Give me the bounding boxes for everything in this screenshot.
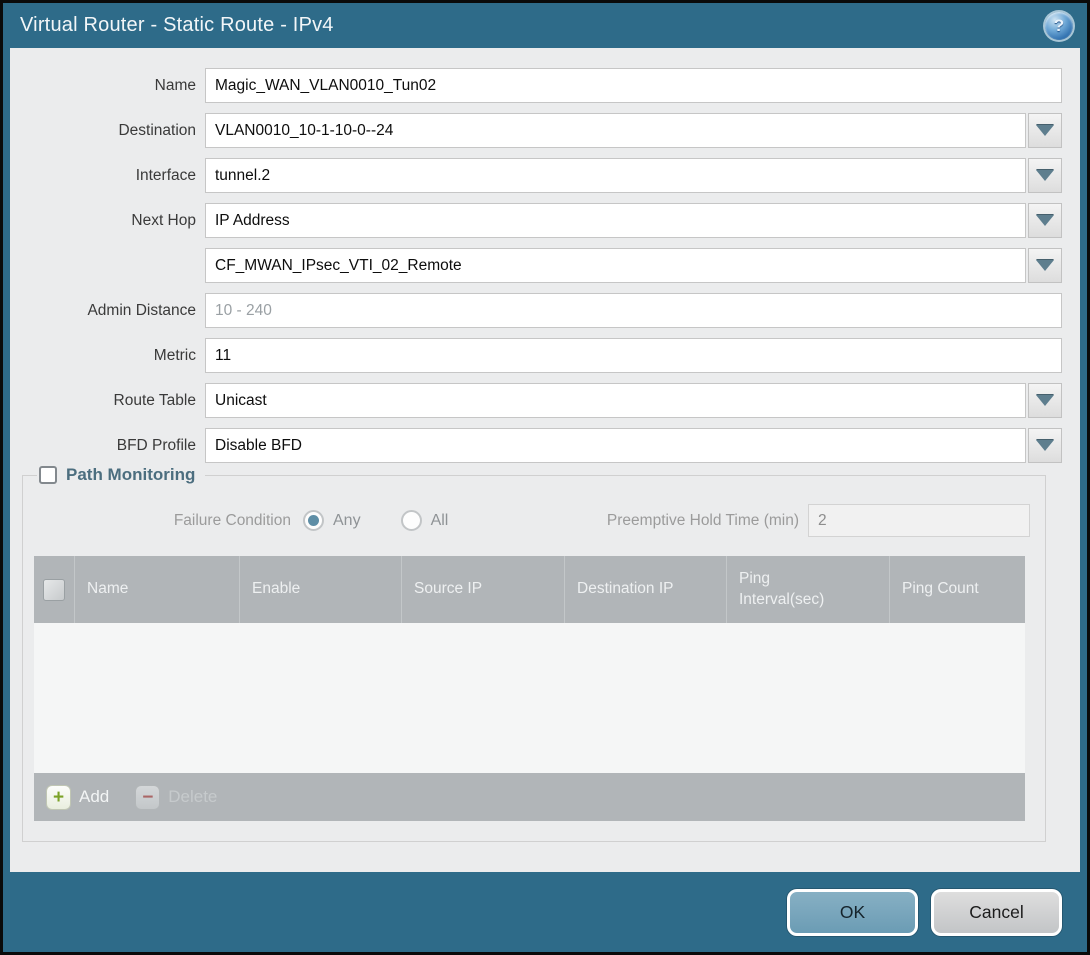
path-monitoring-legend: Path Monitoring [37,465,205,485]
dialog-title: Virtual Router - Static Route - IPv4 [20,14,334,37]
chevron-down-icon [1036,125,1054,136]
add-plus-icon: + [46,785,71,810]
bfd-profile-dropdown-button[interactable] [1028,428,1062,463]
bfd-profile-input[interactable] [205,428,1026,463]
destination-dropdown-button[interactable] [1028,113,1062,148]
failure-condition-any-radio[interactable] [303,510,324,531]
next-hop-address-input[interactable] [205,248,1026,283]
dialog: Virtual Router - Static Route - IPv4 ? N… [3,3,1087,952]
cancel-button[interactable]: Cancel [931,889,1062,936]
path-monitoring-table: Name Enable Source IP Destination IP Pin… [34,556,1025,821]
table-body-empty [34,623,1025,773]
next-hop-label: Next Hop [10,212,205,230]
column-header-enable: Enable [239,556,401,623]
next-hop-type-dropdown-button[interactable] [1028,203,1062,238]
form-row-admin-distance: Admin Distance [10,293,1062,328]
metric-label: Metric [10,347,205,365]
path-monitoring-section: Path Monitoring Failure Condition Any Al… [22,475,1046,842]
question-mark-glyph: ? [1054,16,1064,36]
form-row-bfd-profile: BFD Profile [10,428,1062,463]
destination-label: Destination [10,122,205,140]
route-table-dropdown-button[interactable] [1028,383,1062,418]
table-header-row: Name Enable Source IP Destination IP Pin… [34,556,1025,623]
preemptive-hold-time-label: Preemptive Hold Time (min) [607,512,808,530]
path-monitoring-title: Path Monitoring [66,465,195,485]
admin-distance-input[interactable] [205,293,1062,328]
name-label: Name [10,77,205,95]
failure-condition-row: Failure Condition Any All Preemptive Hol… [23,503,1045,538]
delete-button[interactable]: − Delete [135,785,217,810]
form-row-route-table: Route Table [10,383,1062,418]
chevron-down-icon [1036,440,1054,451]
screenshot-frame: Virtual Router - Static Route - IPv4 ? N… [0,0,1090,955]
dialog-body: Name Destination Interface [10,48,1080,872]
column-header-destination-ip: Destination IP [564,556,726,623]
bfd-profile-label: BFD Profile [10,437,205,455]
admin-distance-label: Admin Distance [10,302,205,320]
add-button[interactable]: + Add [46,785,109,810]
form-row-name: Name [10,68,1062,103]
route-table-label: Route Table [10,392,205,410]
delete-minus-icon: − [135,785,160,810]
failure-condition-all-radio[interactable] [401,510,422,531]
column-header-source-ip: Source IP [401,556,564,623]
path-monitoring-checkbox[interactable] [39,466,57,484]
table-toolbar: + Add − Delete [34,773,1025,821]
route-table-input[interactable] [205,383,1026,418]
select-all-checkbox[interactable] [43,579,65,601]
chevron-down-icon [1036,170,1054,181]
chevron-down-icon [1036,395,1054,406]
form-row-interface: Interface [10,158,1062,193]
next-hop-address-dropdown-button[interactable] [1028,248,1062,283]
name-input[interactable] [205,68,1062,103]
destination-input[interactable] [205,113,1026,148]
interface-input[interactable] [205,158,1026,193]
form-row-next-hop: Next Hop [10,203,1062,238]
next-hop-type-input[interactable] [205,203,1026,238]
add-button-label: Add [79,787,109,807]
delete-button-label: Delete [168,787,217,807]
chevron-down-icon [1036,260,1054,271]
form-row-destination: Destination [10,113,1062,148]
form-row-next-hop-address [10,248,1062,283]
column-header-ping-interval: Ping Interval(sec) [726,556,889,623]
interface-label: Interface [10,167,205,185]
failure-condition-label: Failure Condition [23,512,303,530]
form-row-metric: Metric [10,338,1062,373]
interface-dropdown-button[interactable] [1028,158,1062,193]
metric-input[interactable] [205,338,1062,373]
failure-condition-any-label: Any [333,512,361,530]
help-icon[interactable]: ? [1045,12,1073,40]
column-header-name: Name [74,556,239,623]
chevron-down-icon [1036,215,1054,226]
dialog-titlebar: Virtual Router - Static Route - IPv4 ? [3,3,1087,48]
column-header-ping-count: Ping Count [889,556,1025,623]
failure-condition-all-label: All [431,512,449,530]
dialog-footer: OK Cancel [3,872,1087,952]
preemptive-hold-time-input[interactable] [808,504,1030,537]
ok-button[interactable]: OK [787,889,918,936]
